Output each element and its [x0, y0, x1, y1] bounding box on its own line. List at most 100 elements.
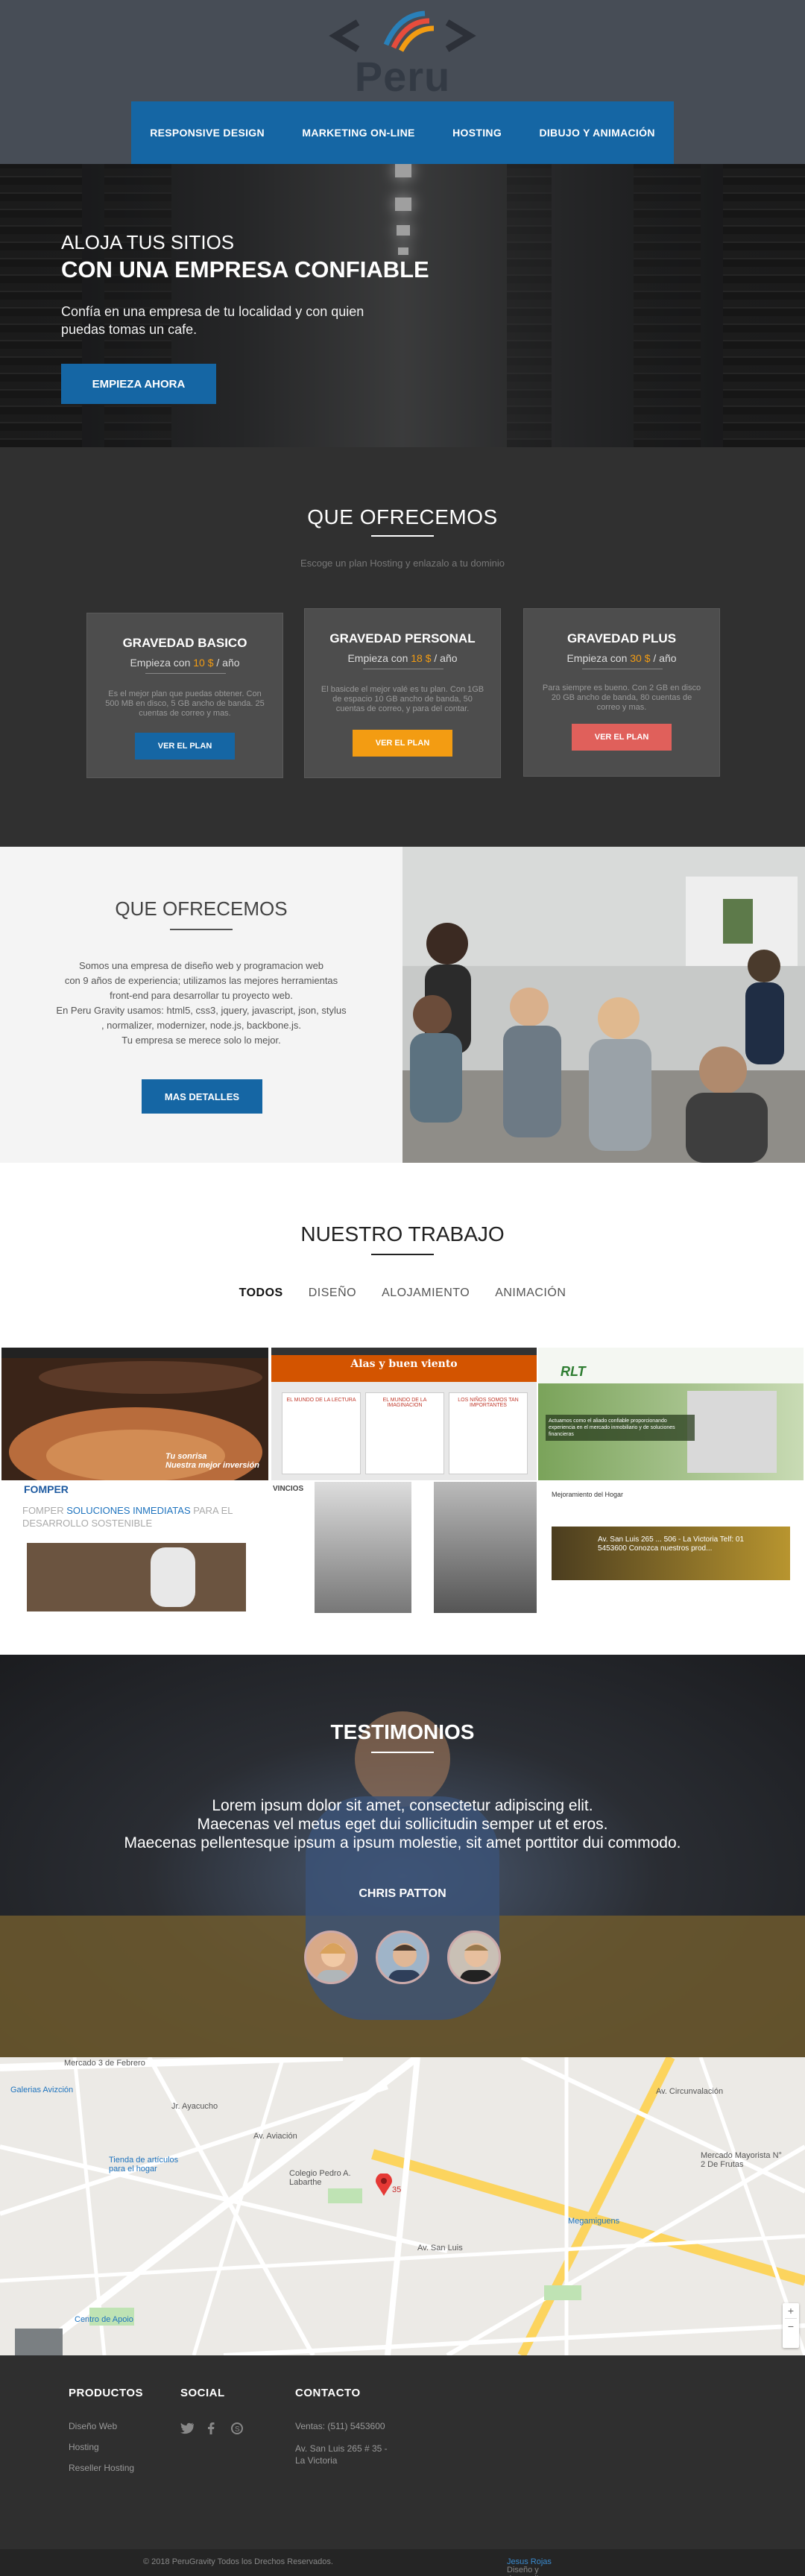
map-label: Jr. Ayacucho: [171, 2102, 218, 2111]
thumb-text: Av. San Luis 265 ... 506 - La Victoria T…: [598, 1535, 745, 1553]
thumb-text: FOMPER SOLUCIONES INMEDIATAS PARA EL DES…: [22, 1505, 233, 1529]
nav-marketing-online[interactable]: MARKETING ON-LINE: [302, 127, 414, 139]
facebook-icon[interactable]: [207, 2422, 215, 2438]
map-pin-icon[interactable]: [376, 2173, 392, 2200]
footer-link-reseller[interactable]: Reseller Hosting: [69, 2463, 134, 2473]
main-nav: RESPONSIVE DESIGN MARKETING ON-LINE HOST…: [131, 101, 674, 164]
map-label: Centro de Apoio: [75, 2315, 133, 2324]
about-text: Somos una empresa de diseño web y progra…: [56, 960, 347, 1046]
avatar[interactable]: [304, 1931, 358, 1984]
map-label: Colegio Pedro A. Labarthe: [289, 2169, 351, 2187]
location-map[interactable]: Mercado 3 de Febrero Galerias Avizción T…: [0, 2057, 805, 2355]
zoom-out-button[interactable]: −: [783, 2319, 799, 2334]
footer-link-hosting[interactable]: Hosting: [69, 2442, 99, 2452]
filter-diseno[interactable]: DISEÑO: [309, 1287, 356, 1300]
plan-price: Empieza con 18 $ / año: [347, 652, 458, 664]
plan-name: GRAVEDAD BASICO: [122, 636, 247, 650]
work-thumb-alas-y-buen-viento[interactable]: Alas y buen viento EL MUNDO DE LA LECTUR…: [271, 1348, 537, 1480]
plan-card-personal: GRAVEDAD PERSONAL Empieza con 18 $ / año…: [304, 608, 501, 778]
plan-card-plus: GRAVEDAD PLUS Empieza con 30 $ / año Par…: [523, 608, 720, 777]
testimonial-author: CHRIS PATTON: [359, 1887, 446, 1900]
plan-name: GRAVEDAD PERSONAL: [329, 631, 476, 645]
team-meeting-photo: [402, 847, 805, 1163]
plan-description: El basicde el mejor valé es tu plan. Con…: [321, 685, 484, 713]
thumb-text: Actuamos como el aliado confiable propor…: [546, 1415, 695, 1441]
hero-heading-line1: ALOJA TUS SITIOS: [61, 231, 235, 253]
ver-plan-button[interactable]: VER EL PLAN: [572, 724, 672, 751]
footer-contact-phone: Ventas: (511) 5453600: [295, 2421, 385, 2431]
work-thumb-fomper[interactable]: FOMPER FOMPER SOLUCIONES INMEDIATAS PARA…: [1, 1482, 268, 1614]
thumb-caption: Tu sonrisa Nuestra mejor inversión: [165, 1452, 259, 1470]
copyright-text: © 2018 PeruGravity Todos los Drechos Res…: [143, 2557, 333, 2566]
skype-icon[interactable]: S: [231, 2422, 243, 2438]
thumb-column: EL MUNDO DE LA IMAGINACION: [365, 1392, 444, 1474]
map-label: Av. San Luis: [417, 2244, 463, 2253]
about-section: QUE OFRECEMOS Somos una empresa de diseñ…: [0, 847, 805, 1163]
map-zoom-control[interactable]: + −: [783, 2303, 799, 2348]
map-label: 35: [392, 2185, 402, 2194]
plan-price: Empieza con 10 $ / año: [130, 657, 240, 669]
divider: [371, 535, 434, 537]
footer-contact-address: Av. San Luis 265 # 35 -: [295, 2443, 388, 2454]
plan-description: Es el mejor plan que puedas obtener. Con…: [105, 689, 265, 718]
filter-alojamiento[interactable]: ALOJAMIENTO: [382, 1287, 470, 1300]
thumb-brand: RLT: [561, 1364, 586, 1379]
thumb-column: EL MUNDO DE LA LECTURA: [282, 1392, 361, 1474]
mas-detalles-button[interactable]: MAS DETALLES: [142, 1079, 262, 1114]
hero-heading-line2: CON UNA EMPRESA CONFIABLE: [61, 256, 429, 282]
thumb-title: Alas y buen viento: [350, 1358, 458, 1370]
filter-animacion[interactable]: ANIMACIÓN: [495, 1287, 566, 1300]
work-thumb-auditorium[interactable]: Tu sonrisa Nuestra mejor inversión: [1, 1348, 268, 1480]
divider: [371, 1752, 434, 1753]
hero-section: ALOJA TUS SITIOS CON UNA EMPRESA CONFIAB…: [0, 164, 805, 447]
plan-name: GRAVEDAD PLUS: [566, 631, 677, 645]
footer-contact-district: La Victoria: [295, 2455, 338, 2466]
about-text-panel: QUE OFRECEMOS Somos una empresa de diseñ…: [0, 847, 402, 1163]
thumb-title: Mejoramiento del Hogar: [552, 1491, 624, 1498]
site-header: Peru Gravity RESPONSIVE DESIGN MARKETING…: [0, 0, 805, 164]
map-label: Av. Circunvalación: [656, 2087, 724, 2096]
work-section: NUESTRO TRABAJO TODOS DISEÑO ALOJAMIENTO…: [0, 1163, 805, 1655]
map-label: Av. Aviación: [253, 2132, 297, 2141]
nav-responsive-design[interactable]: RESPONSIVE DESIGN: [150, 127, 265, 139]
plans-section: QUE OFRECEMOS Escoge un plan Hosting y e…: [0, 447, 805, 847]
avatar[interactable]: [447, 1931, 501, 1984]
thumb-brand: VINCIOS: [273, 1485, 304, 1493]
testimonial-background-photo: [0, 1711, 805, 2057]
ver-plan-button[interactable]: VER EL PLAN: [353, 730, 452, 757]
plans-subtitle: Escoge un plan Hosting y enlazalo a tu d…: [300, 558, 505, 569]
footer-heading-productos: PRODUCTOS: [69, 2387, 144, 2399]
divider: [371, 1254, 434, 1255]
map-label: Mercado Mayorista N° 2 De Frutas: [701, 2151, 782, 2169]
nav-hosting[interactable]: HOSTING: [452, 127, 502, 139]
thumb-column: LOS NIÑOS SOMOS TAN IMPORTANTES: [449, 1392, 528, 1474]
twitter-icon[interactable]: [180, 2422, 194, 2438]
site-footer: PRODUCTOS Diseño Web Hosting Reseller Ho…: [0, 2355, 805, 2549]
filter-todos[interactable]: TODOS: [239, 1287, 283, 1300]
divider: [170, 929, 233, 930]
map-label: Megamiguens: [568, 2217, 620, 2226]
footer-link-diseno-web[interactable]: Diseño Web: [69, 2421, 117, 2431]
logo[interactable]: Peru Gravity: [276, 7, 529, 148]
work-thumb-rlt[interactable]: RLT Actuamos como el aliado confiable pr…: [538, 1348, 804, 1480]
work-title: NUESTRO TRABAJO: [300, 1222, 505, 1246]
plans-title: QUE OFRECEMOS: [307, 505, 498, 528]
map-label: Galerias Avizción: [10, 2086, 74, 2094]
zoom-in-button[interactable]: +: [783, 2303, 799, 2318]
testimonial-quote: Lorem ipsum dolor sit amet, consectetur …: [124, 1797, 681, 1852]
svg-text:S: S: [235, 2425, 240, 2434]
footer-heading-social: SOCIAL: [180, 2387, 225, 2399]
avatar[interactable]: [376, 1931, 429, 1984]
nav-dibujo-animacion[interactable]: DIBUJO Y ANIMACIÓN: [539, 127, 654, 139]
divider: [145, 673, 226, 674]
ver-plan-button[interactable]: VER EL PLAN: [135, 733, 235, 760]
footer-bottom-bar: © 2018 PeruGravity Todos los Drechos Res…: [0, 2549, 805, 2576]
testimonials-section: TESTIMONIOS Lorem ipsum dolor sit amet, …: [0, 1655, 805, 2057]
plan-price: Empieza con 30 $ / año: [566, 652, 677, 664]
work-thumb-vincios[interactable]: VINCIOS: [271, 1482, 537, 1614]
hero-text: Confía en una empresa de tu localidad y …: [61, 304, 364, 337]
credit-text: Diseño y desarrollo por Jesus Rojas: [507, 2557, 552, 2576]
plan-card-basico: GRAVEDAD BASICO Empieza con 10 $ / año E…: [86, 613, 283, 778]
empieza-ahora-button[interactable]: EMPIEZA AHORA: [61, 364, 216, 404]
work-thumb-mejoramiento-hogar[interactable]: Mejoramiento del Hogar Av. San Luis 265 …: [538, 1482, 804, 1614]
